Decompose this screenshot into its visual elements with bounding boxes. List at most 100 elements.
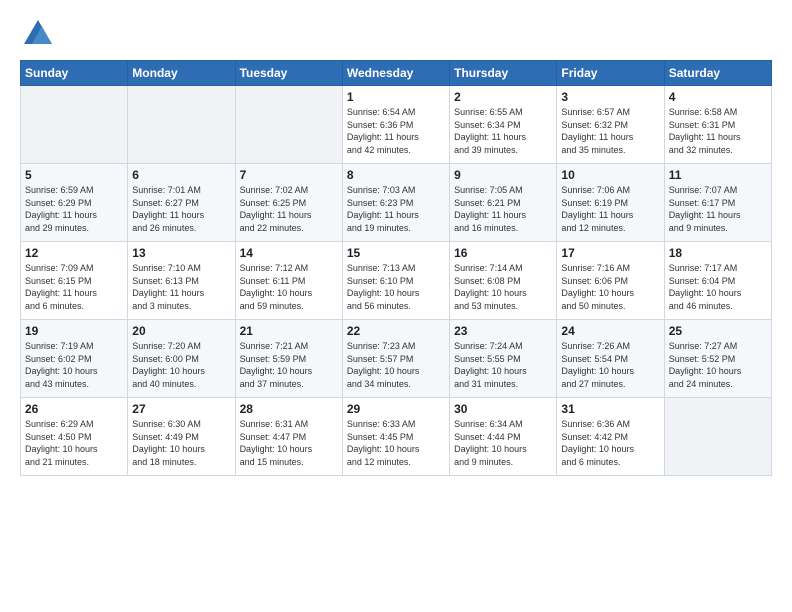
day-number: 13 xyxy=(132,246,230,260)
calendar-cell: 5 Sunrise: 6:59 AM Sunset: 6:29 PM Daylig… xyxy=(21,164,128,242)
day-info: Sunrise: 7:24 AM Sunset: 5:55 PM Dayligh… xyxy=(454,340,552,390)
week-row-4: 26Sunrise: 6:29 AM Sunset: 4:50 PM Dayli… xyxy=(21,398,772,476)
day-info: Sunrise: 7:20 AM Sunset: 6:00 PM Dayligh… xyxy=(132,340,230,390)
calendar-cell: 19Sunrise: 7:19 AM Sunset: 6:02 PM Dayli… xyxy=(21,320,128,398)
calendar-cell xyxy=(664,398,771,476)
day-number: 16 xyxy=(454,246,552,260)
day-number: 31 xyxy=(561,402,659,416)
day-number: 17 xyxy=(561,246,659,260)
logo-icon xyxy=(20,16,56,52)
day-number: 25 xyxy=(669,324,767,338)
day-number: 29 xyxy=(347,402,445,416)
calendar-cell: 2 Sunrise: 6:55 AM Sunset: 6:34 PM Daylig… xyxy=(450,86,557,164)
calendar-cell xyxy=(21,86,128,164)
day-info: Sunrise: 7:19 AM Sunset: 6:02 PM Dayligh… xyxy=(25,340,123,390)
day-info: Sunrise: 7:27 AM Sunset: 5:52 PM Dayligh… xyxy=(669,340,767,390)
calendar-cell: 17 Sunrise: 7:16 AM Sunset: 6:06 PM Dayli… xyxy=(557,242,664,320)
day-number: 20 xyxy=(132,324,230,338)
day-info: Sunrise: 7:16 AM Sunset: 6:06 PM Dayligh… xyxy=(561,262,659,312)
calendar-cell: 1 Sunrise: 6:54 AM Sunset: 6:36 PM Daylig… xyxy=(342,86,449,164)
day-info: Sunrise: 7:17 AM Sunset: 6:04 PM Dayligh… xyxy=(669,262,767,312)
day-info: Sunrise: 6:36 AM Sunset: 4:42 PM Dayligh… xyxy=(561,418,659,468)
day-info: Sunrise: 7:10 AM Sunset: 6:13 PM Dayligh… xyxy=(132,262,230,312)
day-info: Sunrise: 6:55 AM Sunset: 6:34 PM Dayligh… xyxy=(454,106,552,156)
day-number: 21 xyxy=(240,324,338,338)
day-number: 15 xyxy=(347,246,445,260)
calendar-cell: 6 Sunrise: 7:01 AM Sunset: 6:27 PM Daylig… xyxy=(128,164,235,242)
calendar-cell: 8 Sunrise: 7:03 AM Sunset: 6:23 PM Daylig… xyxy=(342,164,449,242)
calendar-cell: 22 Sunrise: 7:23 AM Sunset: 5:57 PM Dayli… xyxy=(342,320,449,398)
th-tuesday: Tuesday xyxy=(235,61,342,86)
th-monday: Monday xyxy=(128,61,235,86)
calendar-cell: 20 Sunrise: 7:20 AM Sunset: 6:00 PM Dayli… xyxy=(128,320,235,398)
calendar-cell: 24 Sunrise: 7:26 AM Sunset: 5:54 PM Dayli… xyxy=(557,320,664,398)
calendar-body: 1 Sunrise: 6:54 AM Sunset: 6:36 PM Daylig… xyxy=(21,86,772,476)
day-number: 6 xyxy=(132,168,230,182)
calendar-cell: 14 Sunrise: 7:12 AM Sunset: 6:11 PM Dayli… xyxy=(235,242,342,320)
calendar-cell: 31 Sunrise: 6:36 AM Sunset: 4:42 PM Dayli… xyxy=(557,398,664,476)
calendar-table: Sunday Monday Tuesday Wednesday Thursday… xyxy=(20,60,772,476)
day-number: 22 xyxy=(347,324,445,338)
calendar-cell: 4 Sunrise: 6:58 AM Sunset: 6:31 PM Daylig… xyxy=(664,86,771,164)
th-wednesday: Wednesday xyxy=(342,61,449,86)
day-number: 28 xyxy=(240,402,338,416)
calendar-cell: 28Sunrise: 6:31 AM Sunset: 4:47 PM Dayli… xyxy=(235,398,342,476)
week-row-3: 19Sunrise: 7:19 AM Sunset: 6:02 PM Dayli… xyxy=(21,320,772,398)
calendar-cell: 30Sunrise: 6:34 AM Sunset: 4:44 PM Dayli… xyxy=(450,398,557,476)
day-number: 12 xyxy=(25,246,123,260)
day-info: Sunrise: 7:13 AM Sunset: 6:10 PM Dayligh… xyxy=(347,262,445,312)
day-info: Sunrise: 7:09 AM Sunset: 6:15 PM Dayligh… xyxy=(25,262,123,312)
day-info: Sunrise: 7:03 AM Sunset: 6:23 PM Dayligh… xyxy=(347,184,445,234)
calendar-cell: 9 Sunrise: 7:05 AM Sunset: 6:21 PM Daylig… xyxy=(450,164,557,242)
day-number: 11 xyxy=(669,168,767,182)
day-number: 8 xyxy=(347,168,445,182)
logo xyxy=(20,16,60,52)
day-number: 5 xyxy=(25,168,123,182)
header-row: Sunday Monday Tuesday Wednesday Thursday… xyxy=(21,61,772,86)
day-info: Sunrise: 7:06 AM Sunset: 6:19 PM Dayligh… xyxy=(561,184,659,234)
day-info: Sunrise: 6:34 AM Sunset: 4:44 PM Dayligh… xyxy=(454,418,552,468)
day-info: Sunrise: 6:54 AM Sunset: 6:36 PM Dayligh… xyxy=(347,106,445,156)
day-info: Sunrise: 7:21 AM Sunset: 5:59 PM Dayligh… xyxy=(240,340,338,390)
day-info: Sunrise: 7:07 AM Sunset: 6:17 PM Dayligh… xyxy=(669,184,767,234)
day-number: 23 xyxy=(454,324,552,338)
day-info: Sunrise: 7:02 AM Sunset: 6:25 PM Dayligh… xyxy=(240,184,338,234)
day-number: 1 xyxy=(347,90,445,104)
day-info: Sunrise: 6:30 AM Sunset: 4:49 PM Dayligh… xyxy=(132,418,230,468)
th-saturday: Saturday xyxy=(664,61,771,86)
calendar-cell: 23 Sunrise: 7:24 AM Sunset: 5:55 PM Dayli… xyxy=(450,320,557,398)
day-number: 14 xyxy=(240,246,338,260)
day-info: Sunrise: 7:23 AM Sunset: 5:57 PM Dayligh… xyxy=(347,340,445,390)
day-info: Sunrise: 6:29 AM Sunset: 4:50 PM Dayligh… xyxy=(25,418,123,468)
calendar-cell: 13 Sunrise: 7:10 AM Sunset: 6:13 PM Dayli… xyxy=(128,242,235,320)
calendar-cell: 7Sunrise: 7:02 AM Sunset: 6:25 PM Daylig… xyxy=(235,164,342,242)
day-info: Sunrise: 7:05 AM Sunset: 6:21 PM Dayligh… xyxy=(454,184,552,234)
week-row-1: 5 Sunrise: 6:59 AM Sunset: 6:29 PM Daylig… xyxy=(21,164,772,242)
day-number: 3 xyxy=(561,90,659,104)
day-number: 10 xyxy=(561,168,659,182)
calendar-cell xyxy=(235,86,342,164)
calendar-cell: 27Sunrise: 6:30 AM Sunset: 4:49 PM Dayli… xyxy=(128,398,235,476)
day-number: 24 xyxy=(561,324,659,338)
th-sunday: Sunday xyxy=(21,61,128,86)
calendar-cell: 10 Sunrise: 7:06 AM Sunset: 6:19 PM Dayli… xyxy=(557,164,664,242)
day-info: Sunrise: 7:01 AM Sunset: 6:27 PM Dayligh… xyxy=(132,184,230,234)
calendar-cell: 16Sunrise: 7:14 AM Sunset: 6:08 PM Dayli… xyxy=(450,242,557,320)
day-number: 18 xyxy=(669,246,767,260)
day-info: Sunrise: 6:58 AM Sunset: 6:31 PM Dayligh… xyxy=(669,106,767,156)
day-info: Sunrise: 7:26 AM Sunset: 5:54 PM Dayligh… xyxy=(561,340,659,390)
th-thursday: Thursday xyxy=(450,61,557,86)
day-number: 9 xyxy=(454,168,552,182)
calendar-cell: 25 Sunrise: 7:27 AM Sunset: 5:52 PM Dayli… xyxy=(664,320,771,398)
day-info: Sunrise: 6:59 AM Sunset: 6:29 PM Dayligh… xyxy=(25,184,123,234)
day-number: 2 xyxy=(454,90,552,104)
day-info: Sunrise: 7:12 AM Sunset: 6:11 PM Dayligh… xyxy=(240,262,338,312)
calendar-cell: 15 Sunrise: 7:13 AM Sunset: 6:10 PM Dayli… xyxy=(342,242,449,320)
week-row-0: 1 Sunrise: 6:54 AM Sunset: 6:36 PM Daylig… xyxy=(21,86,772,164)
calendar-cell: 18 Sunrise: 7:17 AM Sunset: 6:04 PM Dayli… xyxy=(664,242,771,320)
day-info: Sunrise: 6:33 AM Sunset: 4:45 PM Dayligh… xyxy=(347,418,445,468)
header xyxy=(20,16,772,52)
calendar-cell: 21 Sunrise: 7:21 AM Sunset: 5:59 PM Dayli… xyxy=(235,320,342,398)
day-number: 4 xyxy=(669,90,767,104)
calendar-cell: 11 Sunrise: 7:07 AM Sunset: 6:17 PM Dayli… xyxy=(664,164,771,242)
